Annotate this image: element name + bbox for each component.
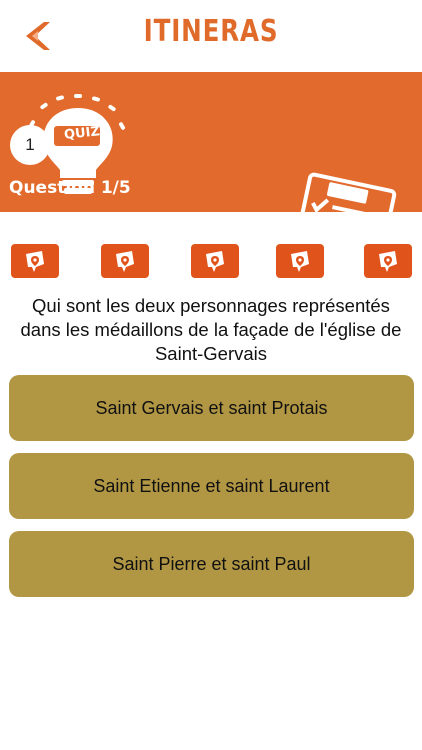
answer-label: Saint Gervais et saint Protais bbox=[95, 397, 328, 418]
map-pin-icon bbox=[291, 251, 309, 272]
map-pin-icon bbox=[116, 251, 134, 272]
answer-label: Saint Pierre et saint Paul bbox=[112, 553, 311, 574]
app-title: ITINERAS bbox=[143, 14, 279, 49]
question-number-badge: 1 bbox=[10, 125, 50, 165]
map-pin-icon bbox=[206, 251, 224, 272]
step-indicator bbox=[276, 244, 324, 278]
step-indicator bbox=[11, 244, 59, 278]
question-progress-label: Question 1/5 bbox=[9, 178, 131, 198]
answer-label: Saint Etienne et saint Laurent bbox=[93, 475, 330, 496]
step-indicator bbox=[101, 244, 149, 278]
map-pin-icon bbox=[26, 251, 44, 272]
answer-button-3[interactable]: Saint Pierre et saint Paul bbox=[9, 531, 414, 597]
paper-quiz-label: QUIZ bbox=[326, 110, 360, 131]
map-pin-icon bbox=[379, 251, 397, 272]
step-indicator bbox=[364, 244, 412, 278]
question-text: Qui sont les deux personnages représenté… bbox=[20, 295, 402, 364]
top-bar: ITINERAS bbox=[0, 0, 422, 72]
step-indicator bbox=[191, 244, 239, 278]
answer-button-2[interactable]: Saint Etienne et saint Laurent bbox=[9, 453, 414, 519]
question-steps bbox=[0, 244, 422, 280]
answer-button-1[interactable]: Saint Gervais et saint Protais bbox=[9, 375, 414, 441]
